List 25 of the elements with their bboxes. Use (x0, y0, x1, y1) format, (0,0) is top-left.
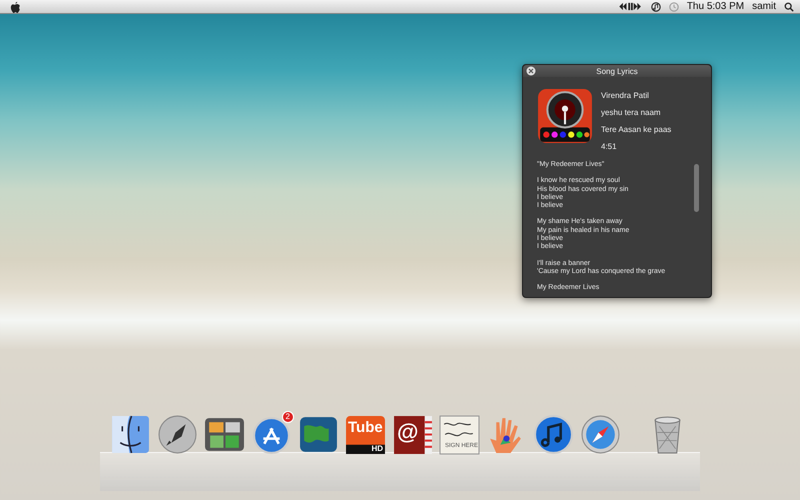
compass-icon[interactable] (580, 414, 621, 455)
album-name: yeshu tera naam (601, 107, 662, 119)
finder-face-icon[interactable] (110, 414, 151, 455)
app-store-icon[interactable] (251, 414, 292, 455)
media-controls-icon[interactable] (618, 2, 643, 11)
scrollbar[interactable] (694, 164, 699, 212)
song-duration: 4:51 (601, 141, 618, 153)
close-icon[interactable] (526, 66, 536, 76)
address-book-icon[interactable] (392, 414, 433, 455)
search-icon[interactable] (784, 2, 794, 12)
music-note-icon[interactable] (650, 2, 661, 12)
menu-clock[interactable]: Thu 5:03 PM (686, 0, 744, 12)
apple-logo-icon[interactable] (10, 0, 21, 12)
icon-label: HD (371, 445, 383, 453)
window-title: Song Lyrics (596, 66, 638, 76)
icon-label: Tube (348, 419, 383, 436)
tube-hd-icon[interactable] (345, 414, 386, 455)
map-cube-icon[interactable] (298, 414, 339, 455)
artist-name: Virendra Patil (601, 90, 650, 102)
rocket-icon[interactable] (157, 414, 198, 455)
signature-document-icon[interactable] (439, 414, 480, 455)
user-name[interactable]: samit (752, 0, 776, 12)
player-app-drawing (537, 88, 593, 144)
song-title: Tere Aasan ke paas (601, 124, 672, 136)
icon-label: @ (397, 420, 418, 444)
